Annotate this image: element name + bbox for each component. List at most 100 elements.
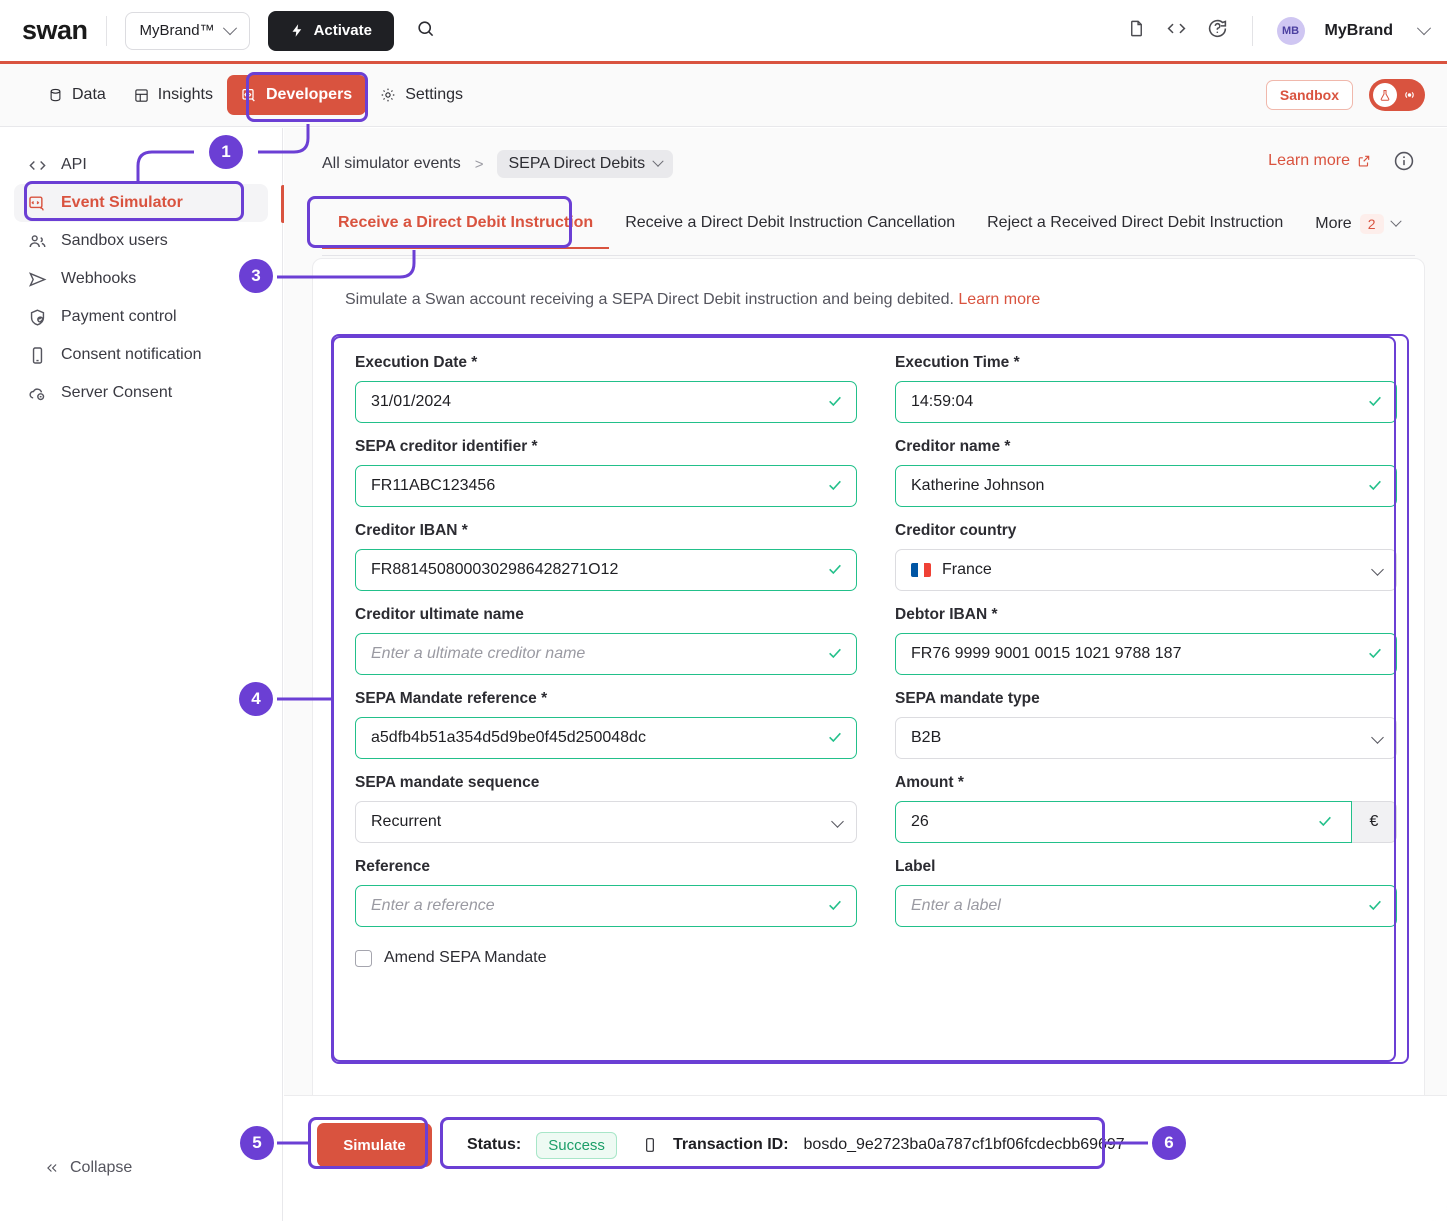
top-bar-right: MB MyBrand	[1127, 0, 1429, 61]
document-icon[interactable]	[1127, 18, 1146, 44]
nav-item-insights[interactable]: Insights	[120, 75, 227, 115]
input-wrapper	[895, 885, 1397, 927]
sidebar-item-payment-control[interactable]: Payment control	[14, 298, 268, 336]
sepa-mandate-sequence-select[interactable]: Recurrent	[355, 801, 857, 843]
external-link-icon	[1357, 154, 1371, 168]
input-wrapper	[355, 549, 857, 591]
execution-date-input[interactable]	[355, 381, 857, 423]
reference-input[interactable]	[355, 885, 857, 927]
debtor-iban-input[interactable]	[895, 633, 1397, 675]
amend-sepa-mandate-checkbox[interactable]	[355, 950, 372, 967]
sidebar-item-server-consent[interactable]: Server Consent	[14, 374, 268, 412]
field-label: Amount *	[895, 774, 1397, 792]
main-nav: Data Insights Developers Settings Sandbo…	[0, 64, 1447, 127]
amount-input[interactable]	[895, 801, 1352, 843]
field-creditor-ultimate-name: Creditor ultimate name	[355, 606, 857, 675]
chevron-down-icon	[222, 21, 236, 35]
brand-selector-label: MyBrand™	[140, 22, 215, 39]
creditor-ultimate-name-input[interactable]	[355, 633, 857, 675]
tab-reject-received-direct-debit-instruction[interactable]: Reject a Received Direct Debit Instructi…	[971, 206, 1299, 247]
content-area: All simulator events > SEPA Direct Debit…	[284, 128, 1447, 1221]
lightning-icon	[290, 22, 305, 39]
sepa-mandate-type-select[interactable]: B2B	[895, 717, 1397, 759]
brand-selector[interactable]: MyBrand™	[125, 12, 250, 50]
tab-more-label: More	[1315, 215, 1351, 233]
code-icon	[28, 156, 47, 175]
amend-sepa-mandate-label: Amend SEPA Mandate	[384, 949, 546, 967]
sidebar-item-sandbox-users[interactable]: Sandbox users	[14, 222, 268, 260]
breadcrumb-separator: >	[475, 156, 484, 173]
input-wrapper	[895, 633, 1397, 675]
collapse-button[interactable]: Collapse	[44, 1159, 132, 1177]
input-wrapper	[895, 465, 1397, 507]
form-grid: Execution Date * Execution Time *	[355, 354, 1385, 927]
sidebar-item-event-simulator[interactable]: Event Simulator	[14, 184, 268, 222]
copy-icon[interactable]	[642, 1136, 658, 1154]
nav-item-settings[interactable]: Settings	[366, 75, 477, 115]
field-debtor-iban: Debtor IBAN *	[895, 606, 1397, 675]
sidebar-item-label: Webhooks	[61, 270, 136, 288]
info-icon[interactable]	[1393, 150, 1415, 177]
breadcrumb-current[interactable]: SEPA Direct Debits	[497, 150, 673, 178]
sandbox-toggle[interactable]	[1369, 79, 1425, 111]
input-wrapper: B2B	[895, 717, 1397, 759]
transaction-id-value[interactable]: bosdo_9e2723ba0a787cf1bf06fcdecbb69697	[804, 1136, 1125, 1154]
creditor-name-input[interactable]	[895, 465, 1397, 507]
sandbox-badge[interactable]: Sandbox	[1266, 80, 1353, 110]
search-icon[interactable]	[416, 19, 435, 43]
nav-right: Sandbox	[1266, 79, 1425, 111]
field-reference: Reference	[355, 858, 857, 927]
input-wrapper	[895, 381, 1397, 423]
creditor-iban-input[interactable]	[355, 549, 857, 591]
input-wrapper: Recurrent	[355, 801, 857, 843]
activate-button[interactable]: Activate	[268, 11, 394, 51]
gear-icon	[380, 87, 396, 103]
status-badge: Success	[536, 1132, 617, 1159]
code-window-icon	[241, 87, 257, 103]
sepa-mandate-reference-input[interactable]	[355, 717, 857, 759]
field-creditor-iban: Creditor IBAN *	[355, 522, 857, 591]
chevron-down-icon[interactable]	[1417, 21, 1431, 35]
sidebar-item-consent-notification[interactable]: Consent notification	[14, 336, 268, 374]
tab-receive-direct-debit-instruction[interactable]: Receive a Direct Debit Instruction	[322, 206, 609, 249]
avatar[interactable]: MB	[1277, 17, 1305, 45]
tab-more-button[interactable]: More 2	[1299, 206, 1407, 249]
status-label: Status:	[467, 1136, 521, 1154]
sidebar: API Event Simulator Sandbox users Webhoo…	[0, 128, 283, 1221]
field-sepa-mandate-reference: SEPA Mandate reference *	[355, 690, 857, 759]
simulator-icon	[28, 194, 47, 213]
mobile-icon	[28, 346, 47, 365]
field-label-field: Label	[895, 858, 1397, 927]
field-sepa-mandate-type: SEPA mandate type B2B	[895, 690, 1397, 759]
tab-bar: Receive a Direct Debit Instruction Recei…	[322, 206, 1415, 256]
learn-more-link[interactable]: Learn more	[1268, 152, 1371, 170]
execution-time-input[interactable]	[895, 381, 1397, 423]
creditor-country-select[interactable]: France	[895, 549, 1397, 591]
tab-receive-direct-debit-instruction-cancellation[interactable]: Receive a Direct Debit Instruction Cance…	[609, 206, 971, 247]
field-label: SEPA mandate type	[895, 690, 1397, 708]
input-wrapper: France	[895, 549, 1397, 591]
collapse-label: Collapse	[70, 1159, 132, 1177]
simulate-button[interactable]: Simulate	[317, 1123, 432, 1167]
code-icon[interactable]	[1166, 18, 1187, 44]
sidebar-item-webhooks[interactable]: Webhooks	[14, 260, 268, 298]
input-wrapper	[355, 381, 857, 423]
footer-bar: Simulate Status: Success Transaction ID:…	[284, 1095, 1447, 1221]
sidebar-item-label: Sandbox users	[61, 232, 168, 250]
shield-check-icon	[28, 308, 47, 327]
breadcrumb-current-label: SEPA Direct Debits	[508, 155, 645, 173]
panel-description-text: Simulate a Swan account receiving a SEPA…	[345, 291, 954, 308]
nav-item-developers[interactable]: Developers	[227, 75, 366, 115]
field-execution-date: Execution Date *	[355, 354, 857, 423]
sepa-creditor-identifier-input[interactable]	[355, 465, 857, 507]
panel-description-link[interactable]: Learn more	[958, 291, 1040, 308]
sidebar-item-label: Consent notification	[61, 346, 202, 364]
sidebar-item-api[interactable]: API	[14, 146, 268, 184]
breadcrumb-root[interactable]: All simulator events	[322, 155, 461, 173]
label-input[interactable]	[895, 885, 1397, 927]
learn-more-label: Learn more	[1268, 152, 1350, 170]
help-icon[interactable]	[1207, 18, 1228, 44]
nav-item-data[interactable]: Data	[34, 75, 120, 115]
app-window: swan MyBrand™ Activate	[0, 0, 1447, 1221]
input-wrapper	[355, 465, 857, 507]
